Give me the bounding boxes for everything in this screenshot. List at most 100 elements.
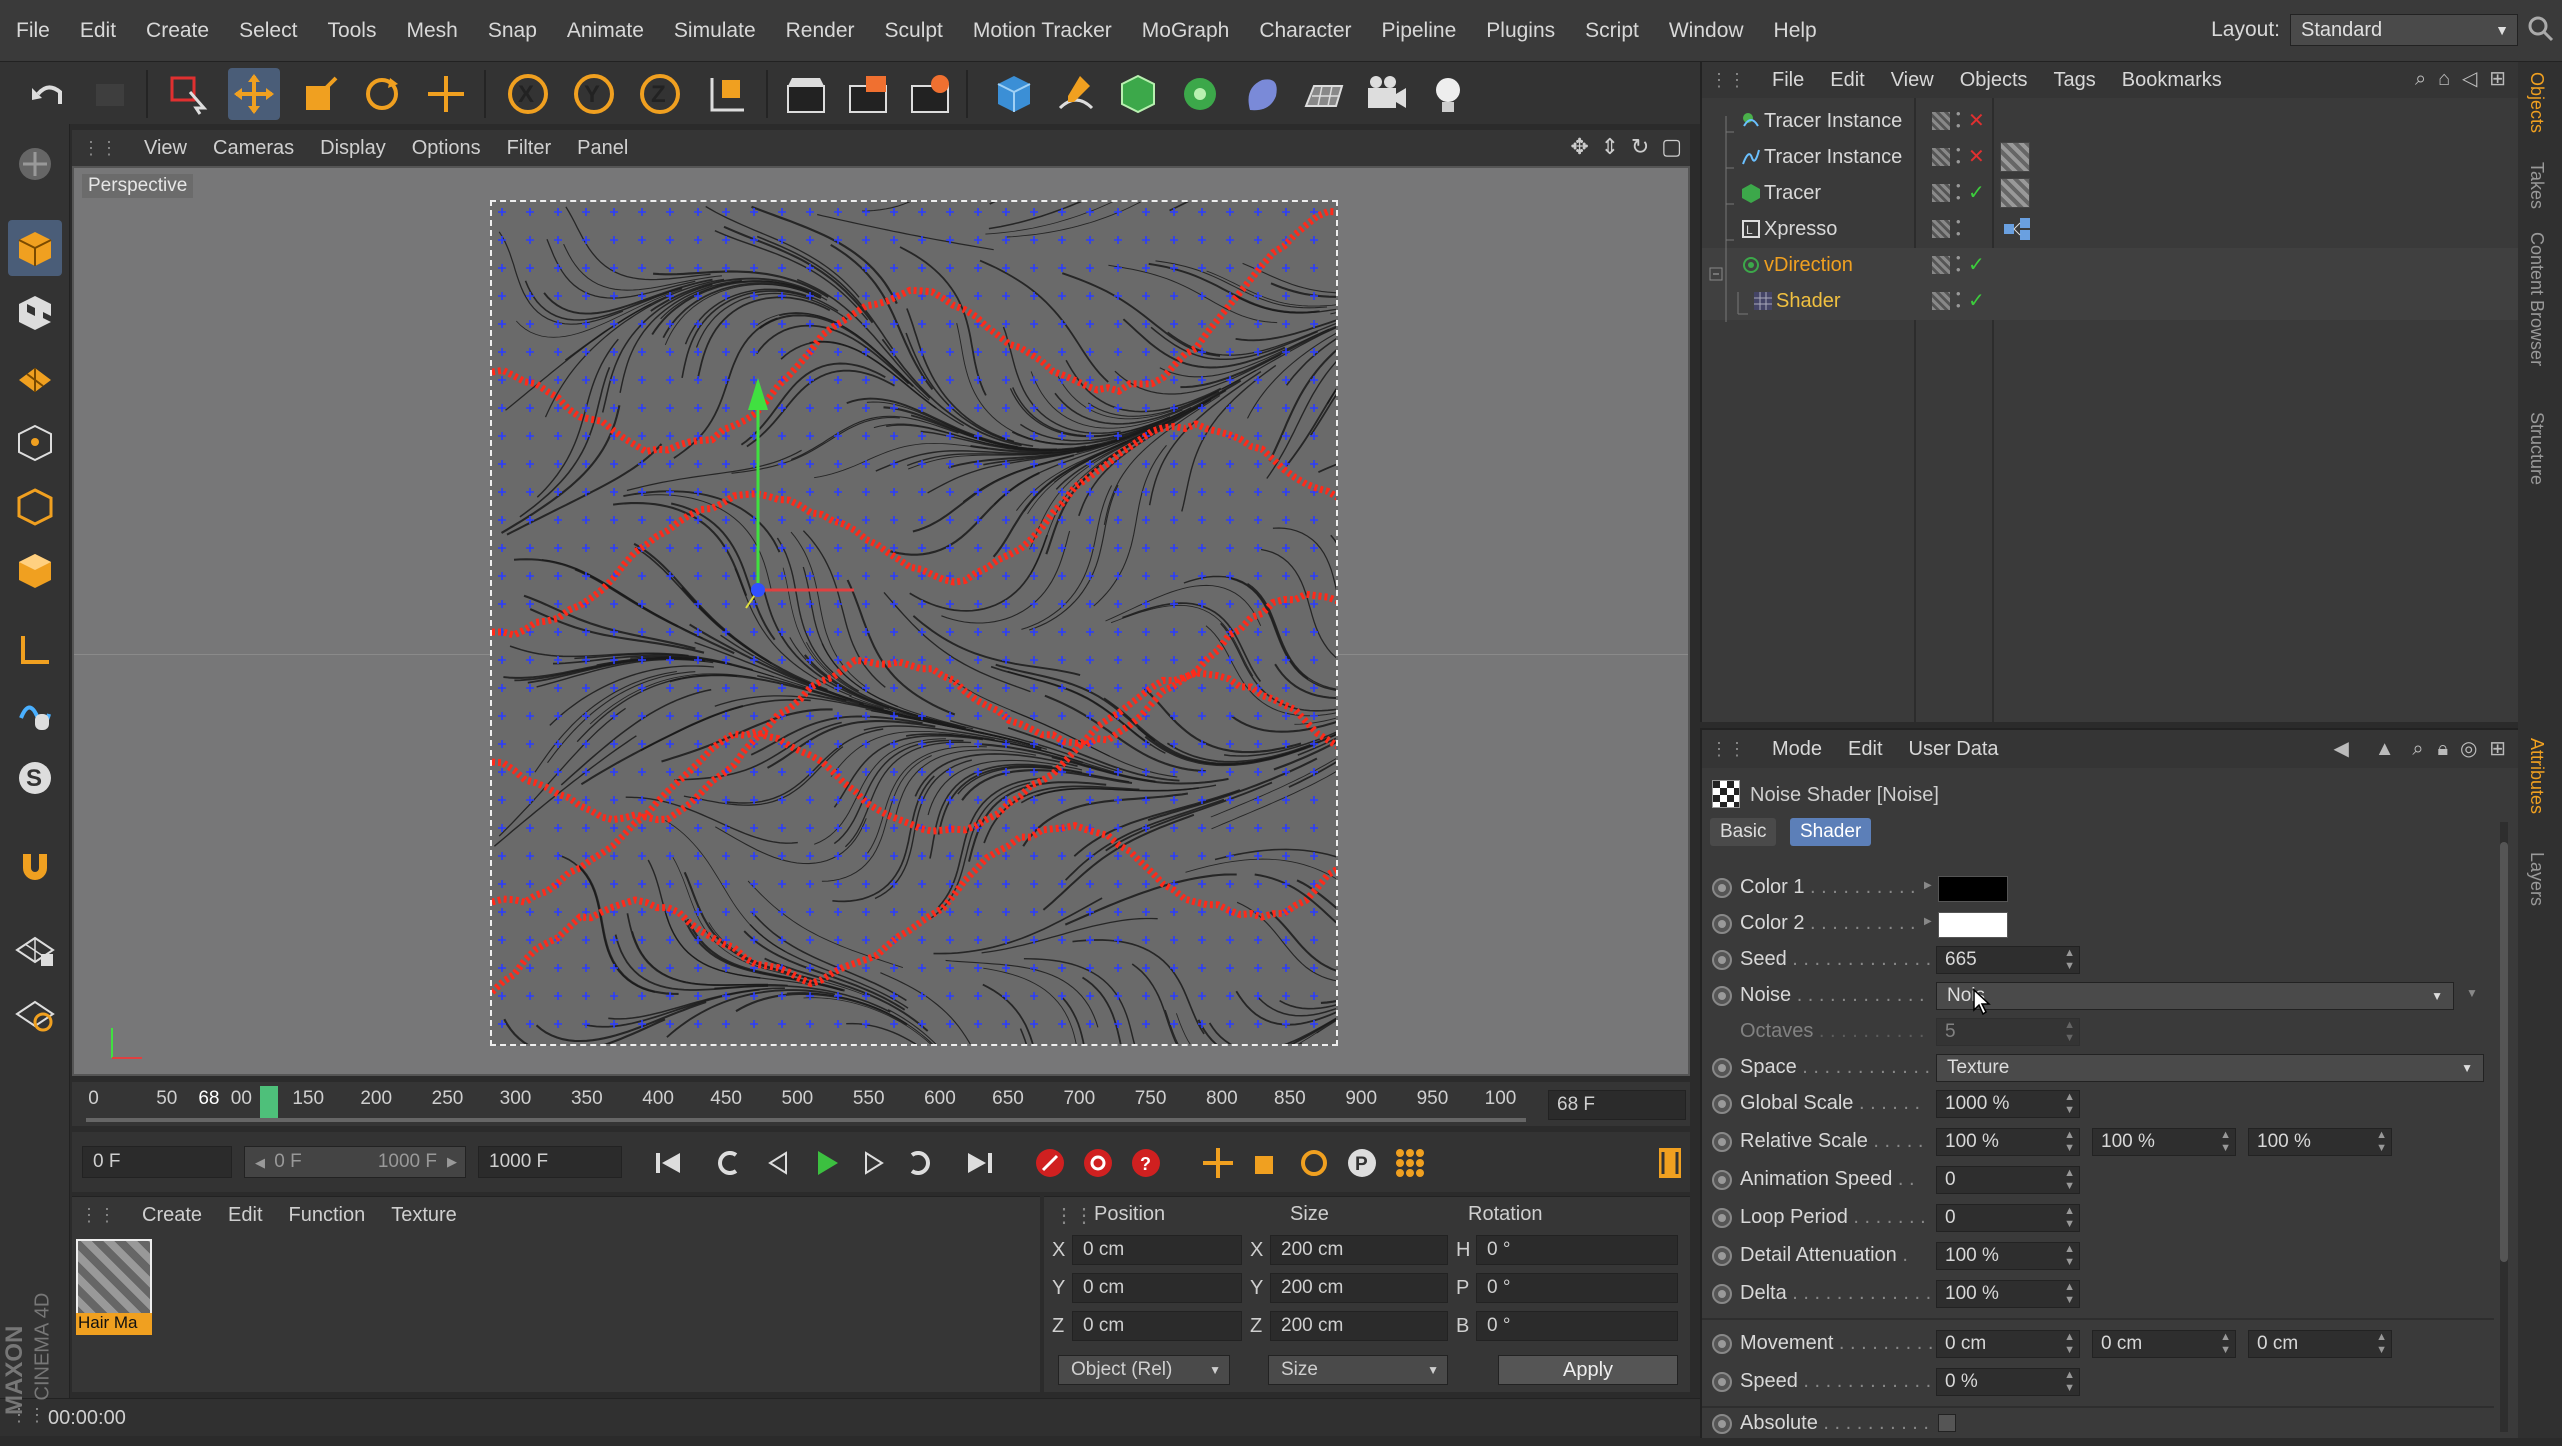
viewport-menu-filter[interactable]: Filter <box>507 137 551 160</box>
movement-keyframe-toggle[interactable] <box>1712 1334 1732 1354</box>
size-mode-dropdown[interactable]: Size ▼ <box>1268 1355 1448 1385</box>
key-rotation-icon[interactable] <box>1292 1142 1336 1184</box>
workplane-lock-icon[interactable] <box>8 920 62 976</box>
viewport-menu-options[interactable]: Options <box>412 137 481 160</box>
polygons-mode-icon[interactable] <box>8 542 62 598</box>
make-editable-icon[interactable] <box>8 136 62 192</box>
seed-field[interactable]: 665 ▲ ▼ <box>1936 946 2080 974</box>
layout-dropdown[interactable]: Standard ▼ <box>2290 14 2518 46</box>
tab-shader[interactable]: Shader <box>1790 818 1872 846</box>
object-row-xpresso[interactable]: L Xpresso • • <box>1702 212 2520 248</box>
spinner-icon[interactable]: ▲ ▼ <box>2220 1331 2231 1357</box>
playhead[interactable] <box>260 1086 278 1122</box>
key-parameter-icon[interactable]: P <box>1340 1142 1384 1184</box>
settings-icon[interactable]: ◎ <box>2460 738 2477 760</box>
spinner-icon[interactable]: ▲ ▼ <box>2220 1129 2231 1155</box>
menu-render[interactable]: Render <box>786 19 855 43</box>
menu-edit[interactable]: Edit <box>80 19 116 43</box>
spinner-icon[interactable]: ▲ ▼ <box>2064 1331 2075 1357</box>
solo-mode-icon[interactable]: S <box>8 750 62 806</box>
space-keyframe-toggle[interactable] <box>1712 1058 1732 1078</box>
render-view-icon[interactable] <box>780 68 832 120</box>
size-z-field[interactable]: 200 cm <box>1270 1311 1448 1341</box>
rotation-h-field[interactable]: 0 ° <box>1476 1235 1678 1265</box>
spinner-icon[interactable]: ▲ ▼ <box>2064 1167 2075 1193</box>
menu-motion-tracker[interactable]: Motion Tracker <box>973 19 1112 43</box>
go-to-end-icon[interactable] <box>958 1142 1002 1184</box>
object-menu-edit[interactable]: Edit <box>1830 69 1864 92</box>
object-row-tracer[interactable]: Tracer • • ✓ <box>1702 176 2520 212</box>
detail-attenuation-keyframe-toggle[interactable] <box>1712 1246 1732 1266</box>
spinner-icon[interactable]: ▲ ▼ <box>2064 1243 2075 1269</box>
menu-help[interactable]: Help <box>1774 19 1817 43</box>
object-row-shader[interactable]: Shader • • ✓ <box>1702 284 2520 320</box>
rotate-view-icon[interactable]: ↻ <box>1631 134 1649 159</box>
object-menu-view[interactable]: View <box>1891 69 1934 92</box>
viewport-menu-view[interactable]: View <box>144 137 187 160</box>
points-mode-icon[interactable] <box>8 414 62 470</box>
scale-tool-icon[interactable] <box>294 68 346 120</box>
color1-expand-icon[interactable]: ▶ <box>1924 880 1932 891</box>
space-dropdown[interactable]: Texture ▼ <box>1936 1054 2484 1082</box>
tweak-mode-icon[interactable] <box>8 686 62 742</box>
menu-animate[interactable]: Animate <box>567 19 644 43</box>
key-position-icon[interactable] <box>1196 1142 1240 1184</box>
apply-button[interactable]: Apply <box>1498 1355 1678 1385</box>
redo-icon[interactable] <box>84 68 136 120</box>
object-name[interactable]: Tracer Instance <box>1764 146 1902 169</box>
back-arrow-icon[interactable]: ◀ <box>2334 738 2349 760</box>
position-z-field[interactable]: 0 cm <box>1072 1311 1242 1341</box>
object-row-tracer-instance[interactable]: Tracer Instance • • ✕ <box>1702 104 2520 140</box>
size-x-field[interactable]: 200 cm <box>1270 1235 1448 1265</box>
floor-icon[interactable] <box>1298 68 1350 120</box>
material-name-label[interactable]: Hair Ma <box>76 1313 152 1335</box>
loop-period-keyframe-toggle[interactable] <box>1712 1208 1732 1228</box>
preview-range-slider[interactable]: ◀ 0 F 1000 F ▶ <box>244 1146 466 1178</box>
object-menu-tags[interactable]: Tags <box>2054 69 2096 92</box>
position-x-field[interactable]: 0 cm <box>1072 1235 1242 1265</box>
next-frame-icon[interactable] <box>852 1142 896 1184</box>
axis-mode-icon[interactable] <box>8 622 62 678</box>
go-to-start-icon[interactable] <box>646 1142 690 1184</box>
zoom-view-icon[interactable]: ⇕ <box>1601 134 1619 159</box>
relative-scale-keyframe-toggle[interactable] <box>1712 1132 1732 1152</box>
animation-speed-field[interactable]: 0 ▲ ▼ <box>1936 1166 2080 1194</box>
keyframe-selection-icon[interactable]: ? <box>1124 1142 1168 1184</box>
material-menu-function[interactable]: Function <box>289 1204 366 1227</box>
object-name[interactable]: Shader <box>1776 290 1841 313</box>
movement-z-field[interactable]: 0 cm ▲ ▼ <box>2248 1330 2392 1358</box>
toggle-view-icon[interactable]: ▢ <box>1661 134 1682 159</box>
menu-plugins[interactable]: Plugins <box>1486 19 1555 43</box>
cloner-icon[interactable] <box>1174 68 1226 120</box>
model-mode-icon[interactable] <box>8 220 62 276</box>
previous-frame-icon[interactable] <box>756 1142 800 1184</box>
color2-expand-icon[interactable]: ▶ <box>1924 916 1932 927</box>
size-y-field[interactable]: 200 cm <box>1270 1273 1448 1303</box>
layer-toggle-icon[interactable] <box>1932 256 1950 274</box>
transform-tool-icon[interactable] <box>420 68 472 120</box>
snap-magnet-icon[interactable] <box>8 836 62 892</box>
rotate-tool-icon[interactable] <box>356 68 408 120</box>
hair-tracer-plane[interactable] <box>490 200 1338 1046</box>
delta-field[interactable]: 100 % ▲ ▼ <box>1936 1280 2080 1308</box>
start-frame-field[interactable]: 0 F <box>82 1146 232 1178</box>
end-frame-field[interactable]: 1000 F <box>478 1146 622 1178</box>
layer-toggle-icon[interactable] <box>1932 292 1950 310</box>
viewport-menu-cameras[interactable]: Cameras <box>213 137 294 160</box>
attribute-menu-edit[interactable]: Edit <box>1848 738 1882 761</box>
up-arrow-icon[interactable]: ▲ <box>2375 738 2395 760</box>
spinner-icon[interactable]: ▲ ▼ <box>2376 1129 2387 1155</box>
material-tag-icon[interactable] <box>2000 178 2030 208</box>
visibility-dots-icon[interactable]: • • <box>1956 215 1961 240</box>
y-axis-icon[interactable]: Y <box>568 68 620 120</box>
attribute-scrollbar[interactable] <box>2500 822 2508 1432</box>
workplane-icon[interactable] <box>8 348 62 404</box>
enabled-check-icon[interactable]: ✓ <box>1968 288 1985 313</box>
spinner-icon[interactable]: ▲ ▼ <box>2064 1091 2075 1117</box>
attribute-menu-user-data[interactable]: User Data <box>1909 738 1999 761</box>
material-menu-edit[interactable]: Edit <box>228 1204 262 1227</box>
object-row-tracer-instance[interactable]: Tracer Instance • • ✕ <box>1702 140 2520 176</box>
timeline-window-icon[interactable] <box>1648 1142 1692 1184</box>
object-name[interactable]: Tracer Instance <box>1764 110 1902 133</box>
move-tool-icon[interactable] <box>228 68 280 120</box>
